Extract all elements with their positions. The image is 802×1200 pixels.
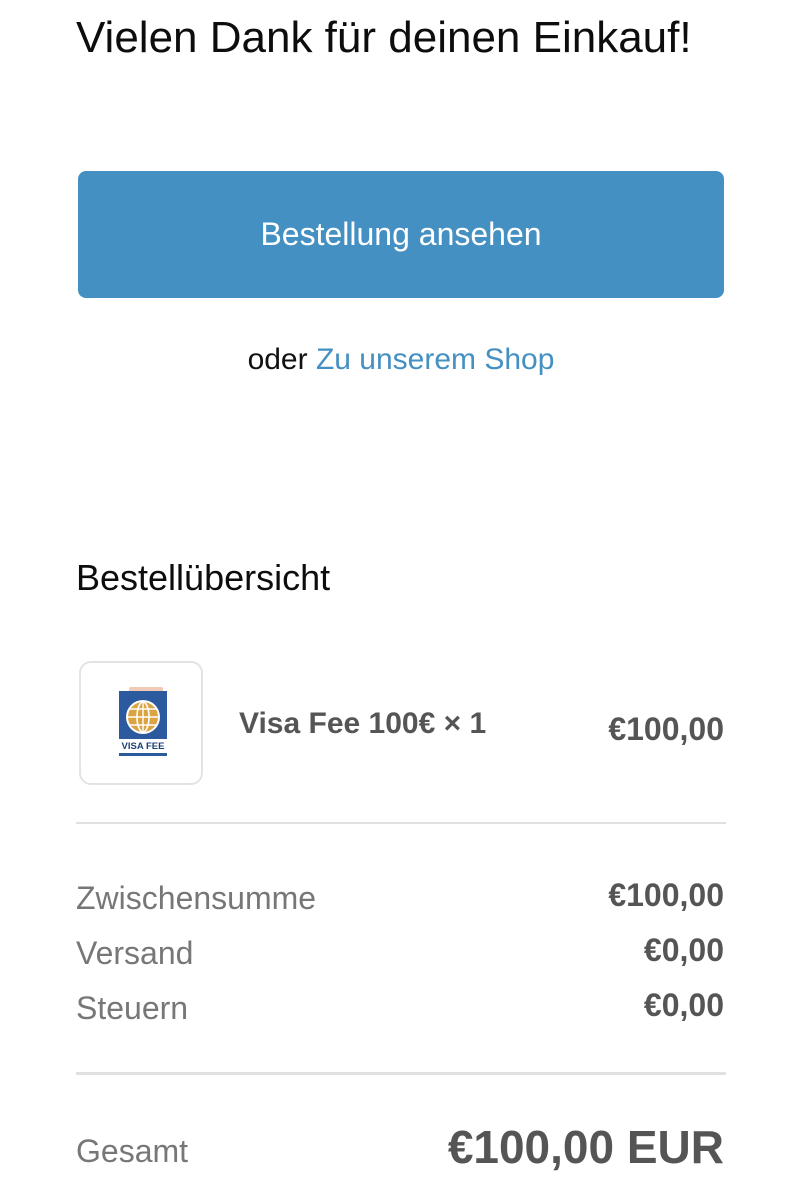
taxes-label: Steuern (76, 990, 189, 1026)
product-price: €100,00 (608, 711, 724, 747)
shipping-label: Versand (76, 935, 194, 971)
total-label: Gesamt (76, 1133, 189, 1169)
or-text: oder (247, 343, 308, 376)
continue-shopping-line: oder Zu unserem Shop (0, 338, 802, 382)
subtotal-label: Zwischensumme (76, 880, 317, 916)
globe-passport-icon: VISA FEE (119, 687, 167, 756)
order-summary-title: Bestellübersicht (76, 557, 331, 598)
svg-text:VISA FEE: VISA FEE (122, 741, 165, 752)
divider (76, 822, 726, 824)
product-thumbnail: VISA FEE (79, 661, 203, 785)
shipping-value: €0,00 (643, 932, 724, 968)
view-order-button[interactable]: Bestellung ansehen (78, 171, 724, 298)
page-title: Vielen Dank für deinen Einkauf! (76, 13, 692, 62)
shop-link[interactable]: Zu unserem Shop (316, 343, 554, 376)
divider (76, 1072, 726, 1075)
product-name: Visa Fee 100€ × 1 (239, 707, 487, 740)
taxes-value: €0,00 (643, 987, 724, 1023)
subtotal-value: €100,00 (608, 877, 724, 913)
total-value: €100,00 EUR (447, 1121, 724, 1173)
